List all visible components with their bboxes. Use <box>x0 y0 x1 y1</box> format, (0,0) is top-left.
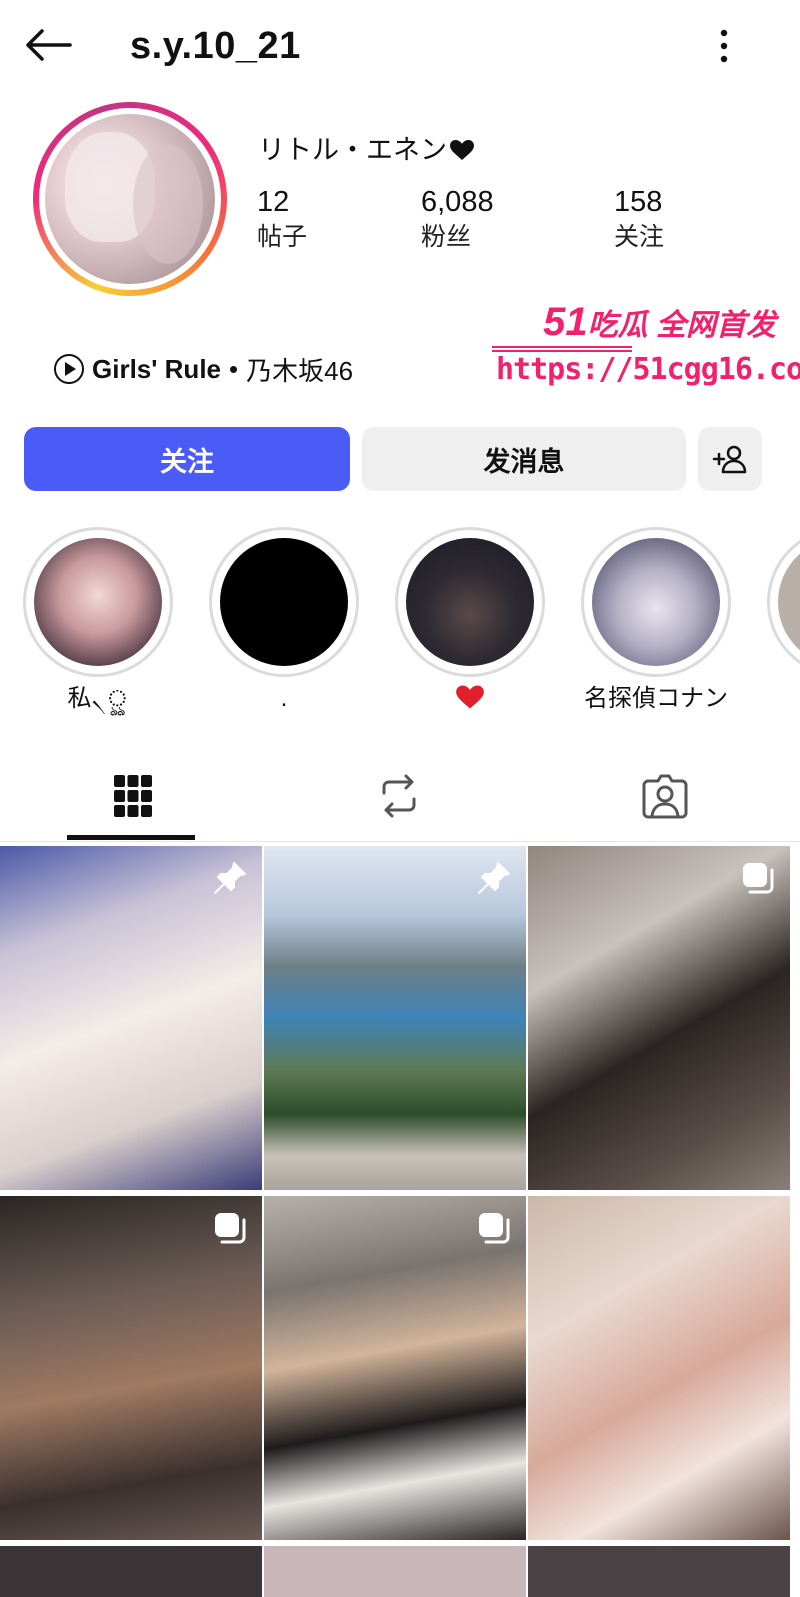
watermark-title: 51吃瓜 全网首发 <box>543 300 776 345</box>
suggest-users-button[interactable] <box>698 427 762 491</box>
post-thumbnail[interactable] <box>264 1196 526 1540</box>
highlight-item[interactable]: 私৲ৣ <box>23 527 173 715</box>
avatar <box>45 114 215 284</box>
post-thumbnail[interactable] <box>528 846 790 1190</box>
post-thumbnail[interactable] <box>528 1196 790 1540</box>
post-thumbnail[interactable] <box>0 1546 262 1597</box>
highlight-item[interactable] <box>767 527 800 677</box>
back-arrow-icon <box>26 29 72 61</box>
watermark-url: https://51cgg16.com <box>496 352 800 387</box>
highlight-label: . <box>280 685 288 712</box>
highlight-item[interactable]: 名探偵コナン <box>581 527 731 715</box>
watermark-number: 51 <box>543 300 588 344</box>
highlight-cover <box>778 538 800 666</box>
carousel-icon <box>479 1213 510 1244</box>
highlight-cover <box>406 538 534 666</box>
highlight-label <box>395 683 545 715</box>
stat-following[interactable]: 158 关注 <box>614 184 664 254</box>
red-heart-icon <box>456 685 484 709</box>
post-thumbnail[interactable] <box>264 1546 526 1597</box>
watermark-tagline: 吃瓜 全网首发 <box>587 309 776 342</box>
post-thumbnail[interactable] <box>0 1196 262 1540</box>
profile-avatar-story-ring[interactable] <box>33 102 227 296</box>
tab-tagged[interactable] <box>532 750 798 842</box>
carousel-icon <box>743 863 774 894</box>
active-tab-indicator <box>67 835 195 840</box>
top-bar: s.y.10_21 <box>0 0 800 92</box>
reposts-icon <box>382 774 416 818</box>
carousel-icon <box>215 1213 246 1244</box>
add-person-icon <box>712 445 747 474</box>
stat-posts-count: 12 <box>257 186 290 218</box>
tab-posts-grid[interactable] <box>0 750 266 842</box>
highlight-label: 私৲ৣ <box>67 685 129 712</box>
profile-music[interactable]: Girls' Rule • 乃木坂46 <box>54 350 353 388</box>
tagged-icon <box>642 774 688 819</box>
stat-followers-label: 粉丝 <box>421 223 472 251</box>
highlight-label: 名探偵コナン <box>584 685 728 712</box>
highlight-cover <box>592 538 720 666</box>
stat-following-count: 158 <box>614 186 663 218</box>
highlight-item[interactable] <box>395 527 545 715</box>
display-name-text: リトル・エネン <box>258 135 447 165</box>
highlight-cover <box>34 538 162 666</box>
play-icon <box>54 354 84 384</box>
watermark: 51吃瓜 全网首发 https://51cgg16.com <box>492 296 800 396</box>
back-button[interactable] <box>22 22 74 68</box>
stat-posts[interactable]: 12 帖子 <box>257 184 307 254</box>
grid-icon <box>114 775 152 817</box>
message-button[interactable]: 发消息 <box>362 427 686 491</box>
post-thumbnail[interactable] <box>0 846 262 1190</box>
pin-icon <box>478 862 510 894</box>
post-thumbnail[interactable] <box>528 1546 790 1597</box>
tab-reposts[interactable] <box>266 750 532 842</box>
pin-icon <box>214 862 246 894</box>
highlight-cover <box>220 538 348 666</box>
stat-posts-label: 帖子 <box>257 223 308 251</box>
profile-username: s.y.10_21 <box>130 25 301 67</box>
music-title: Girls' Rule <box>92 353 221 384</box>
stat-followers[interactable]: 6,088 粉丝 <box>421 184 494 254</box>
stat-followers-count: 6,088 <box>421 186 494 218</box>
display-name: リトル・エネン <box>258 132 475 168</box>
more-options-button[interactable] <box>712 24 736 68</box>
highlight-item[interactable]: . <box>209 527 359 715</box>
stat-following-label: 关注 <box>614 223 665 251</box>
follow-button[interactable]: 关注 <box>24 427 350 491</box>
music-separator: • <box>229 353 239 384</box>
heart-icon <box>450 140 474 160</box>
more-vertical-icon <box>720 29 728 63</box>
post-thumbnail[interactable] <box>264 846 526 1190</box>
profile-tabs <box>0 750 800 842</box>
music-artist: 乃木坂46 <box>246 355 354 386</box>
